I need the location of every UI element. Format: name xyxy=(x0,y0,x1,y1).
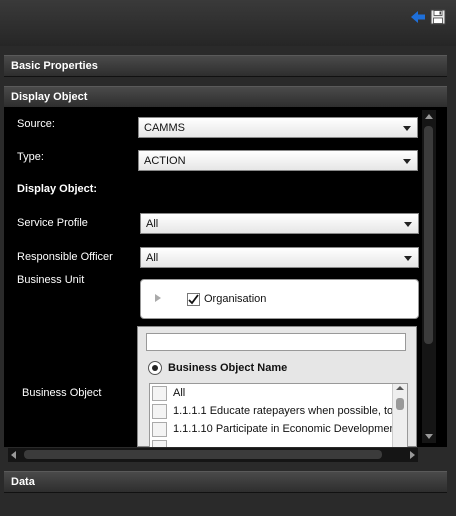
service-profile-label: Service Profile xyxy=(17,217,88,229)
list-item[interactable]: 1.1.1.1 Educate ratepayers when possible… xyxy=(150,402,394,420)
chevron-down-icon xyxy=(403,126,411,131)
data-section-header[interactable]: Data xyxy=(4,471,447,493)
business-object-list-scrollbar[interactable] xyxy=(392,384,407,447)
responsible-officer-label: Responsible Officer xyxy=(17,251,113,263)
business-object-label: Business Object xyxy=(22,387,102,399)
checkmark-icon xyxy=(188,294,199,305)
business-object-search-input[interactable] xyxy=(146,333,406,351)
list-item-checkbox[interactable] xyxy=(152,422,167,437)
vertical-scrollbar[interactable] xyxy=(422,110,436,443)
top-toolbar xyxy=(0,0,456,46)
type-select[interactable]: ACTION xyxy=(138,150,418,171)
business-object-list: All 1.1.1.1 Educate ratepayers when poss… xyxy=(149,383,408,447)
list-item-checkbox[interactable] xyxy=(152,386,167,401)
chevron-down-icon xyxy=(403,159,411,164)
source-value: CAMMS xyxy=(144,122,185,134)
vertical-scroll-thumb[interactable] xyxy=(424,126,433,344)
back-arrow-icon[interactable] xyxy=(410,9,426,25)
save-icon[interactable] xyxy=(430,9,446,25)
list-scrollbar-arrows-icon xyxy=(396,386,404,410)
list-item[interactable]: 1.1.1.10 Participate in Economic Develop… xyxy=(150,420,399,438)
display-object-content: Source: CAMMS Type: ACTION Display Objec… xyxy=(4,107,447,447)
source-select[interactable]: CAMMS xyxy=(138,117,418,138)
business-object-panel: Business Object Name All 1.1.1.1 Educate… xyxy=(137,326,417,447)
responsible-officer-select[interactable]: All xyxy=(140,247,419,268)
chevron-down-icon xyxy=(404,222,412,227)
type-label: Type: xyxy=(17,151,44,163)
business-object-name-radio[interactable] xyxy=(148,361,162,375)
list-item[interactable] xyxy=(150,438,390,447)
list-item-checkbox[interactable] xyxy=(152,404,167,419)
data-section-title: Data xyxy=(11,476,35,488)
display-object-label: Display Object: xyxy=(17,183,98,195)
responsible-officer-value: All xyxy=(146,252,159,264)
list-item-checkbox[interactable] xyxy=(152,440,167,447)
service-profile-value: All xyxy=(146,218,159,230)
display-object-title: Display Object xyxy=(11,91,88,103)
business-unit-label: Business Unit xyxy=(17,274,85,286)
horizontal-scrollbar[interactable] xyxy=(8,448,418,462)
business-object-name-label: Business Object Name xyxy=(168,362,288,374)
basic-properties-header[interactable]: Basic Properties xyxy=(4,55,447,77)
horizontal-scroll-thumb[interactable] xyxy=(24,450,382,459)
chevron-down-icon xyxy=(404,256,412,261)
source-label: Source: xyxy=(17,118,55,130)
tree-expand-icon[interactable] xyxy=(155,294,161,302)
organisation-checkbox[interactable] xyxy=(187,293,200,306)
display-object-header[interactable]: Display Object xyxy=(4,86,447,108)
list-item-label: 1.1.1.10 Participate in Economic Develop… xyxy=(173,423,399,435)
organisation-tree-label: Organisation xyxy=(204,293,267,305)
service-profile-select[interactable]: All xyxy=(140,213,419,234)
toolbar-icons xyxy=(410,9,446,25)
basic-properties-title: Basic Properties xyxy=(11,60,98,72)
list-item[interactable]: All xyxy=(150,384,390,402)
type-value: ACTION xyxy=(144,155,186,167)
list-item-label: 1.1.1.1 Educate ratepayers when possible… xyxy=(173,405,394,417)
business-unit-tree: Organisation xyxy=(140,279,419,319)
list-item-label: All xyxy=(173,387,186,399)
